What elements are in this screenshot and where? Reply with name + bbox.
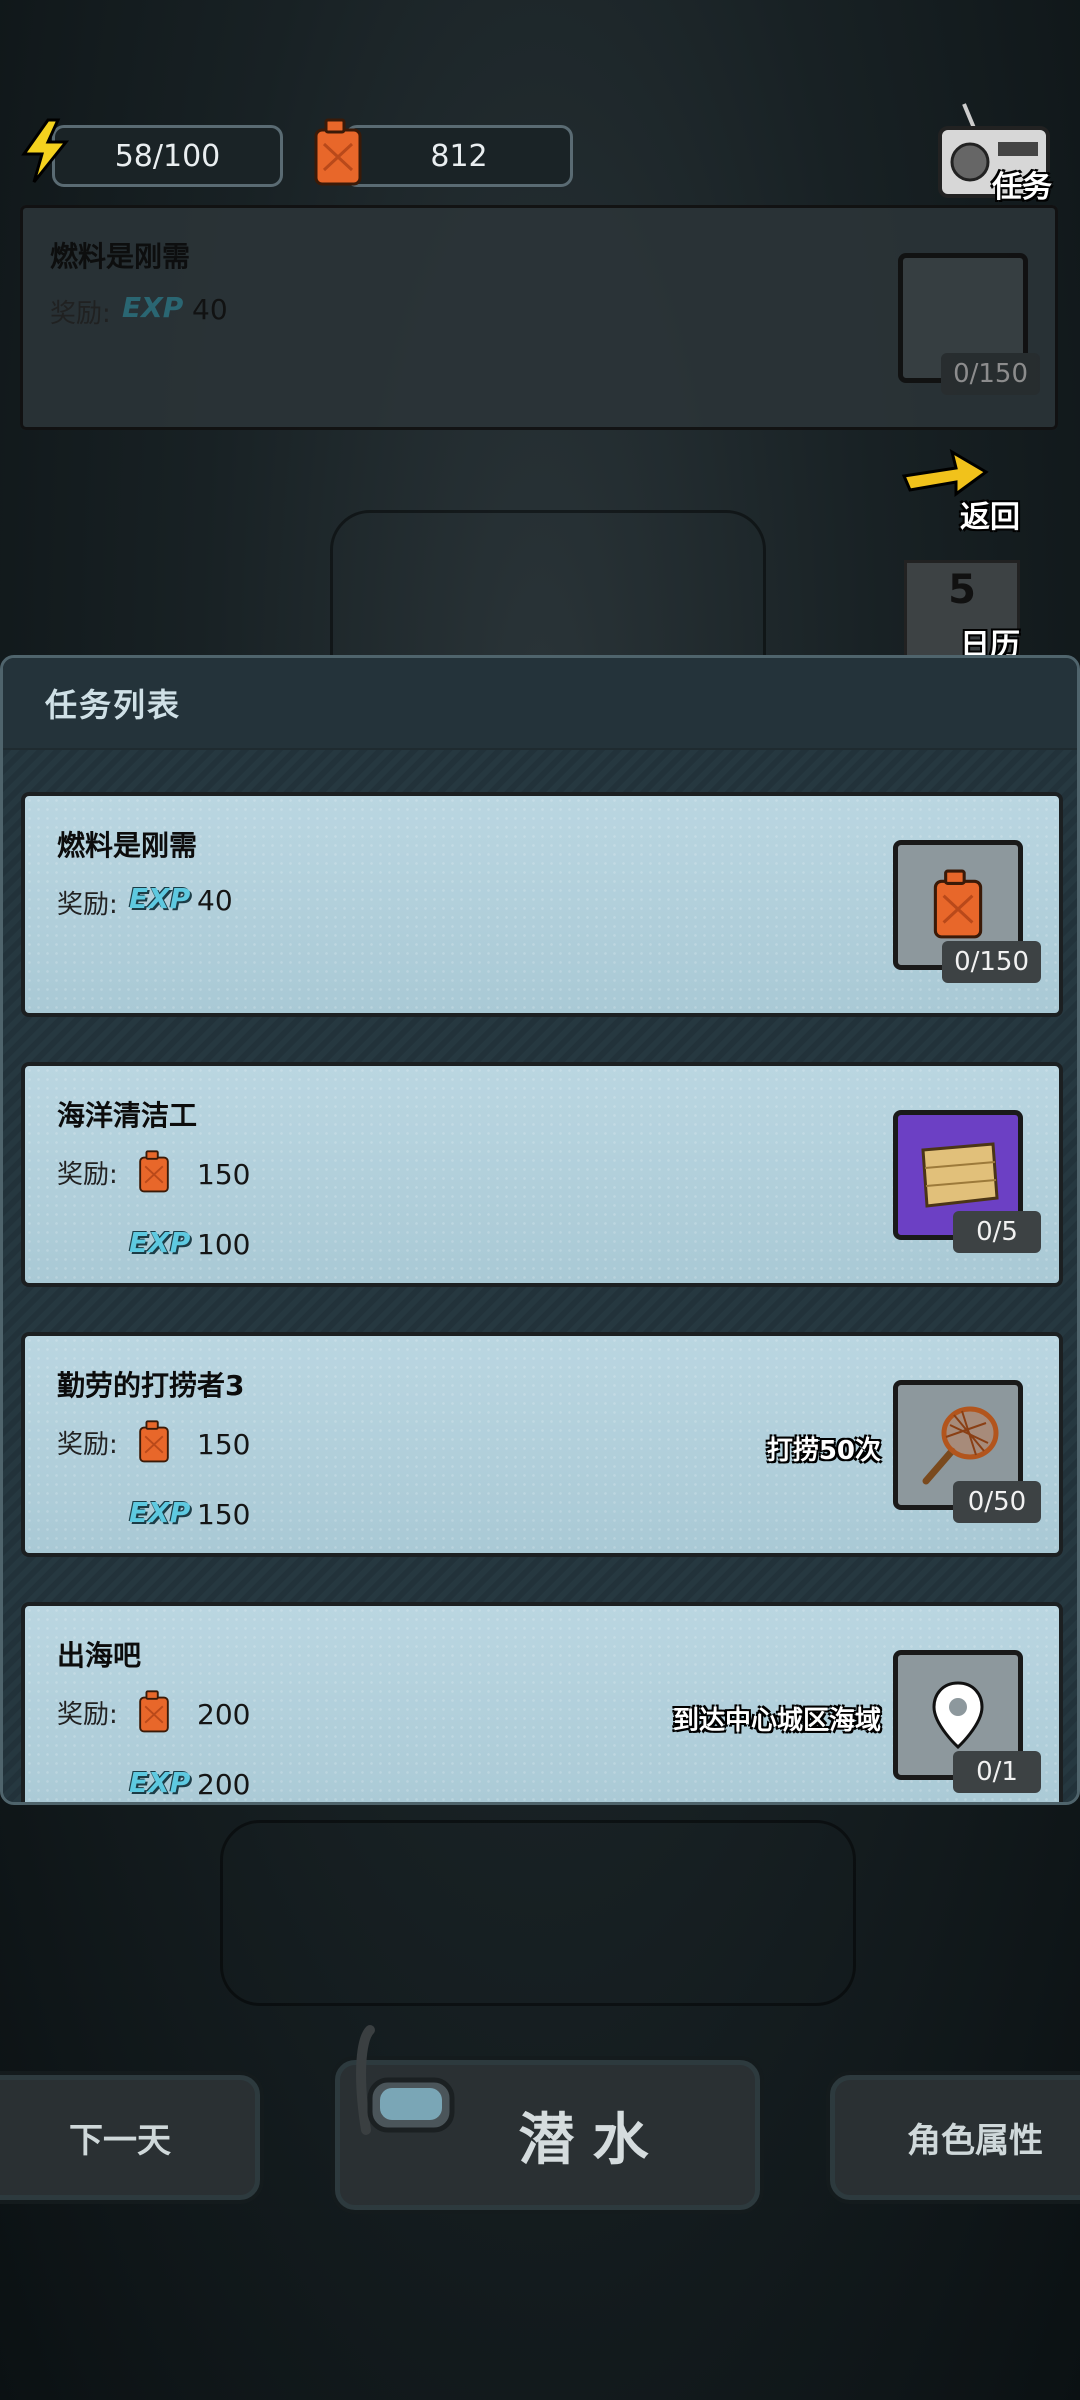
panel-header: 任务列表 xyxy=(3,658,1077,748)
arrow-icon[interactable] xyxy=(900,440,990,500)
top-quest-exp-value: 40 xyxy=(192,293,228,326)
quest-goal: 打捞50次 xyxy=(766,1436,881,1466)
jerrycan-icon xyxy=(139,1150,169,1193)
fishing-net-icon xyxy=(922,1406,999,1485)
top-quest-exp-tag: EXP xyxy=(122,291,184,324)
quest-title: 出海吧 xyxy=(57,1639,142,1672)
dive-label: 潜水 xyxy=(518,2107,667,2173)
quest-progress: 0/150 xyxy=(942,941,1041,983)
scene-desk xyxy=(220,1820,856,2006)
quest-title: 燃料是刚需 xyxy=(57,829,198,862)
exp-value: 200 xyxy=(197,1768,251,1801)
energy-value: 58/100 xyxy=(114,138,221,174)
wood-plank-icon xyxy=(921,1142,999,1208)
tasks-button-label[interactable]: 任务 xyxy=(992,162,1052,206)
reward-label: 奖励: xyxy=(57,1160,118,1190)
attributes-button[interactable]: 角色属性 xyxy=(830,2075,1080,2200)
quest-goal: 到达中心城区海域 xyxy=(672,1706,881,1736)
task-list[interactable]: 燃料是刚需 奖励: EXP 40 0/150 海洋清洁工 奖励: 150 EXP… xyxy=(3,750,1077,1802)
return-button-label[interactable]: 返回 xyxy=(960,492,1020,536)
task-list-panel: 任务列表 燃料是刚需 奖励: EXP 40 0/150 海洋清洁工 奖励: 15… xyxy=(0,655,1080,1805)
fuel-reward-value: 150 xyxy=(197,1158,251,1191)
quest-title: 海洋清洁工 xyxy=(57,1099,198,1132)
energy-counter: 58/100 xyxy=(52,125,283,187)
fuel-reward-value: 200 xyxy=(197,1698,251,1731)
next-day-button[interactable]: 下一天 xyxy=(0,2075,260,2200)
exp-value: 40 xyxy=(197,884,233,917)
jerrycan-icon xyxy=(314,118,362,186)
panel-title: 任务列表 xyxy=(45,686,182,724)
quest-title: 勤劳的打捞者3 xyxy=(57,1369,245,1402)
lightning-icon xyxy=(21,118,70,183)
exp-tag: EXP xyxy=(129,1766,191,1799)
top-quest-reward-label: 奖励: xyxy=(50,299,111,329)
top-quest-title: 燃料是刚需 xyxy=(50,240,191,273)
exp-tag: EXP xyxy=(129,882,191,915)
calendar-day: 5 xyxy=(948,567,976,613)
quest-progress: 0/50 xyxy=(953,1481,1041,1523)
reward-label: 奖励: xyxy=(57,890,118,920)
quest-progress: 0/1 xyxy=(953,1751,1041,1793)
fuel-reward-value: 150 xyxy=(197,1428,251,1461)
fuel-counter: 812 xyxy=(345,125,573,187)
diving-mask-icon xyxy=(356,2025,455,2135)
quest-card[interactable]: 海洋清洁工 奖励: 150 EXP 100 0/5 xyxy=(21,1062,1063,1287)
reward-label: 奖励: xyxy=(57,1700,118,1730)
top-quest-progress: 0/150 xyxy=(941,353,1040,395)
attributes-label: 角色属性 xyxy=(907,2121,1043,2161)
jerrycan-icon xyxy=(933,869,983,939)
quest-card[interactable]: 勤劳的打捞者3 奖励: 150 EXP 150 打捞50次 0/50 xyxy=(21,1332,1063,1557)
top-quest-card: 燃料是刚需 奖励: EXP 40 0/150 xyxy=(20,205,1058,430)
quest-card[interactable]: 出海吧 奖励: 200 EXP 200 到达中心城区海域 0/1 xyxy=(21,1602,1063,1802)
exp-tag: EXP xyxy=(129,1496,191,1529)
exp-value: 150 xyxy=(197,1498,251,1531)
jerrycan-icon xyxy=(139,1420,169,1463)
next-day-label: 下一天 xyxy=(69,2121,171,2161)
reward-label: 奖励: xyxy=(57,1430,118,1460)
exp-value: 100 xyxy=(197,1228,251,1261)
jerrycan-icon xyxy=(139,1690,169,1733)
exp-tag: EXP xyxy=(129,1226,191,1259)
fuel-value: 812 xyxy=(430,138,488,174)
quest-card[interactable]: 燃料是刚需 奖励: EXP 40 0/150 xyxy=(21,792,1063,1017)
quest-progress: 0/5 xyxy=(953,1211,1041,1253)
location-pin-icon xyxy=(932,1681,984,1750)
